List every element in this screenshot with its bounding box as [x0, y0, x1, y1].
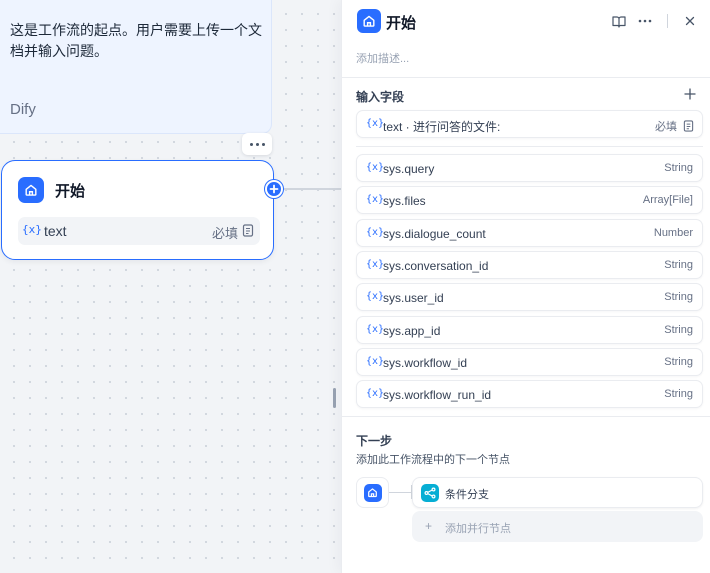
field-type: String — [664, 356, 693, 368]
node-config-panel: 开始 添加描述... 输入字段 {x} text · 进行问答的文件: 必填 {… — [341, 0, 710, 573]
field-type: String — [664, 162, 693, 174]
user-field-text[interactable]: {x} text · 进行问答的文件: 必填 — [356, 110, 703, 138]
variable-icon: {x} — [366, 259, 385, 270]
node-title: 开始 — [55, 183, 86, 200]
plus-icon — [684, 88, 696, 100]
branch-icon — [421, 484, 439, 502]
system-field-row[interactable]: {x} sys.conversation_id String — [356, 251, 703, 279]
field-type: Array[File] — [642, 194, 693, 206]
dot-icon — [255, 142, 259, 146]
field-name: sys.app_id — [383, 324, 441, 338]
panel-resize-handle[interactable] — [333, 388, 336, 408]
required-label: 必填 — [211, 226, 238, 241]
system-field-row[interactable]: {x} sys.app_id String — [356, 316, 703, 344]
note-card[interactable]: 这是工作流的起点。用户需要上传一个文档并输入问题。 Dify — [0, 0, 272, 134]
add-field-button[interactable] — [682, 86, 698, 102]
field-type: Number — [653, 227, 693, 239]
note-author: Dify — [10, 101, 36, 118]
field-name: sys.workflow_run_id — [383, 388, 492, 402]
panel-title[interactable]: 开始 — [386, 12, 416, 33]
home-icon — [18, 177, 44, 203]
field-name: sys.workflow_id — [383, 356, 468, 370]
variable-icon: {x} — [366, 194, 385, 205]
variable-icon: {x} — [366, 388, 385, 399]
divider — [342, 77, 710, 78]
field-type: String — [664, 291, 693, 303]
system-field-row[interactable]: {x} sys.workflow_id String — [356, 348, 703, 376]
field-name: sys.conversation_id — [383, 259, 489, 273]
variable-icon: {x} — [366, 356, 385, 367]
more-horizontal-icon[interactable] — [635, 12, 655, 30]
variable-icon: {x} — [366, 227, 385, 238]
next-node-label: 条件分支 — [445, 489, 489, 501]
required-label: 必填 — [655, 121, 677, 133]
system-field-row[interactable]: {x} sys.user_id String — [356, 283, 703, 311]
book-open-icon[interactable] — [609, 12, 629, 30]
home-icon — [363, 483, 382, 502]
system-field-row[interactable]: {x} sys.dialogue_count Number — [356, 219, 703, 247]
variable-icon: {x} — [366, 324, 385, 335]
plus-icon — [269, 184, 279, 194]
start-node[interactable]: 开始 {x} text 必填 — [1, 160, 274, 260]
system-field-row[interactable]: {x} sys.workflow_run_id String — [356, 380, 703, 408]
add-parallel-node-button[interactable]: + 添加并行节点 — [412, 511, 703, 542]
field-type: String — [664, 388, 693, 400]
home-icon — [357, 9, 381, 33]
variable-row: {x} text 必填 — [18, 217, 260, 245]
add-node-handle[interactable] — [265, 180, 283, 198]
divider — [342, 416, 710, 417]
more-options-button[interactable] — [242, 133, 272, 155]
variable-icon: {x} — [366, 118, 385, 129]
variable-icon: {x} — [366, 291, 385, 302]
document-icon — [242, 224, 254, 242]
next-step-title: 下一步 — [356, 434, 393, 448]
divider — [667, 14, 668, 28]
next-step-description: 添加此工作流程中的下一个节点 — [356, 454, 510, 466]
next-node-item[interactable]: 条件分支 — [412, 477, 703, 508]
document-icon — [683, 119, 694, 137]
variable-icon: {x} — [22, 223, 42, 236]
field-name: sys.files — [383, 194, 426, 208]
dot-icon — [249, 142, 253, 146]
variable-name: text — [44, 223, 67, 239]
panel-actions — [603, 12, 700, 30]
field-name: sys.query — [383, 162, 435, 176]
field-type: String — [664, 259, 693, 271]
system-field-row[interactable]: {x} sys.query String — [356, 154, 703, 182]
connector-line — [389, 492, 411, 493]
field-name: sys.user_id — [383, 291, 444, 305]
plus-icon: + — [425, 519, 433, 533]
field-name: sys.dialogue_count — [383, 227, 486, 241]
close-icon[interactable] — [680, 12, 700, 30]
dot-icon — [261, 142, 265, 146]
system-field-row[interactable]: {x} sys.files Array[File] — [356, 186, 703, 214]
edge-line — [283, 188, 341, 190]
note-text: 这是工作流的起点。用户需要上传一个文档并输入问题。 — [10, 22, 262, 59]
input-fields-title: 输入字段 — [356, 90, 405, 104]
variable-icon: {x} — [366, 162, 385, 173]
field-name: text · 进行问答的文件: — [383, 120, 501, 134]
description-input[interactable]: 添加描述... — [356, 50, 409, 66]
add-parallel-label: 添加并行节点 — [445, 523, 511, 535]
field-type: String — [664, 324, 693, 336]
current-node-block — [356, 477, 389, 508]
divider — [356, 146, 703, 147]
